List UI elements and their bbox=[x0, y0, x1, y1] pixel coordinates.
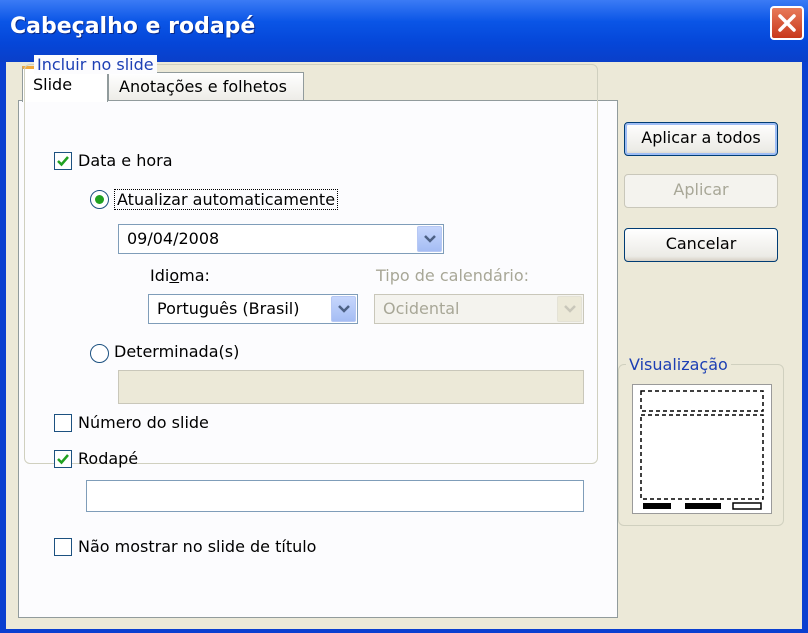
date-time-checkbox[interactable] bbox=[54, 152, 72, 170]
preview-legend: Visualização bbox=[626, 355, 731, 374]
dropdown-button[interactable] bbox=[417, 226, 442, 252]
preview-slide bbox=[632, 384, 772, 514]
calendar-type-label: Tipo de calendário: bbox=[376, 266, 530, 285]
hide-on-title-checkbox[interactable] bbox=[54, 538, 72, 556]
apply-button: Aplicar bbox=[624, 174, 778, 208]
close-button[interactable] bbox=[770, 6, 804, 40]
chevron-down-icon bbox=[338, 305, 350, 313]
slide-number-checkbox[interactable] bbox=[54, 414, 72, 432]
window-title: Cabeçalho e rodapé bbox=[10, 14, 256, 39]
fixed-date-input bbox=[118, 370, 584, 404]
chevron-down-icon bbox=[424, 235, 436, 243]
footer-checkbox[interactable] bbox=[54, 450, 72, 468]
title-bar[interactable]: Cabeçalho e rodapé bbox=[0, 0, 808, 62]
preview-layout-icon bbox=[640, 390, 764, 510]
footer-label[interactable]: Rodapé bbox=[78, 449, 138, 468]
chevron-down-icon bbox=[564, 305, 576, 313]
footer-input[interactable] bbox=[86, 480, 584, 512]
language-label: Idioma: bbox=[150, 266, 210, 285]
calendar-type-value: Ocidental bbox=[383, 299, 460, 318]
auto-update-radio[interactable] bbox=[90, 190, 109, 209]
language-value: Português (Brasil) bbox=[157, 299, 300, 318]
dropdown-button bbox=[557, 296, 582, 322]
auto-update-label[interactable]: Atualizar automaticamente bbox=[114, 189, 339, 210]
slide-number-label[interactable]: Número do slide bbox=[78, 413, 209, 432]
date-format-select[interactable]: 09/04/2008 bbox=[118, 224, 444, 254]
close-icon bbox=[778, 14, 796, 32]
checkmark-icon bbox=[57, 156, 69, 167]
include-group-frame bbox=[24, 64, 598, 464]
date-format-value: 09/04/2008 bbox=[127, 229, 220, 248]
apply-all-button[interactable]: Aplicar a todos bbox=[624, 122, 778, 156]
cancel-button[interactable]: Cancelar bbox=[624, 228, 778, 262]
fixed-date-radio[interactable] bbox=[90, 344, 109, 363]
language-select[interactable]: Português (Brasil) bbox=[148, 294, 358, 324]
date-time-label[interactable]: Data e hora bbox=[78, 151, 173, 170]
checkmark-icon bbox=[57, 454, 69, 465]
dropdown-button[interactable] bbox=[331, 296, 356, 322]
fixed-date-label[interactable]: Determinada(s) bbox=[114, 342, 239, 361]
calendar-type-select: Ocidental bbox=[374, 294, 584, 324]
radio-dot bbox=[95, 195, 104, 204]
include-group-legend: Incluir no slide bbox=[34, 55, 157, 74]
hide-on-title-label[interactable]: Não mostrar no slide de título bbox=[78, 537, 316, 556]
